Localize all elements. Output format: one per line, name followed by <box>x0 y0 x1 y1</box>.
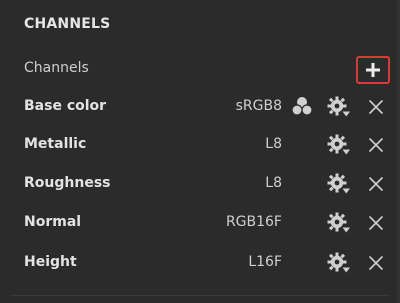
channels-label: Channels <box>24 60 89 76</box>
channel-format: L16F <box>248 254 282 270</box>
channel-name: Roughness <box>24 175 111 191</box>
channel-name: Normal <box>24 214 82 230</box>
top-border <box>0 0 400 3</box>
gear-icon[interactable] <box>327 173 351 195</box>
channel-format: sRGB8 <box>235 98 282 114</box>
channel-name: Base color <box>24 98 107 114</box>
channel-format: L8 <box>265 136 282 152</box>
close-icon[interactable] <box>366 174 386 194</box>
bottom-divider <box>10 295 390 296</box>
channel-row-base-color: Base color sRGB8 <box>0 88 400 126</box>
close-icon[interactable] <box>366 135 386 155</box>
gear-icon[interactable] <box>327 96 351 118</box>
section-title: CHANNELS <box>24 16 111 32</box>
channel-format: RGB16F <box>225 214 282 230</box>
channel-format: L8 <box>265 175 282 191</box>
gear-icon[interactable] <box>327 252 351 274</box>
gear-icon[interactable] <box>327 134 351 156</box>
channel-row-metallic: Metallic L8 <box>0 126 400 164</box>
channel-name: Height <box>24 254 77 270</box>
close-icon[interactable] <box>366 213 386 233</box>
close-icon[interactable] <box>366 97 386 117</box>
add-channel-button[interactable] <box>356 56 390 84</box>
channels-panel: CHANNELS Channels Base color sRGB8 Metal… <box>0 0 400 303</box>
close-icon[interactable] <box>366 253 386 273</box>
channel-row-normal: Normal RGB16F <box>0 204 400 242</box>
channel-row-roughness: Roughness L8 <box>0 165 400 203</box>
plus-icon <box>366 63 380 77</box>
gear-icon[interactable] <box>327 212 351 234</box>
channel-name: Metallic <box>24 136 87 152</box>
channel-row-height: Height L16F <box>0 244 400 282</box>
color-palette-icon[interactable] <box>290 96 314 118</box>
